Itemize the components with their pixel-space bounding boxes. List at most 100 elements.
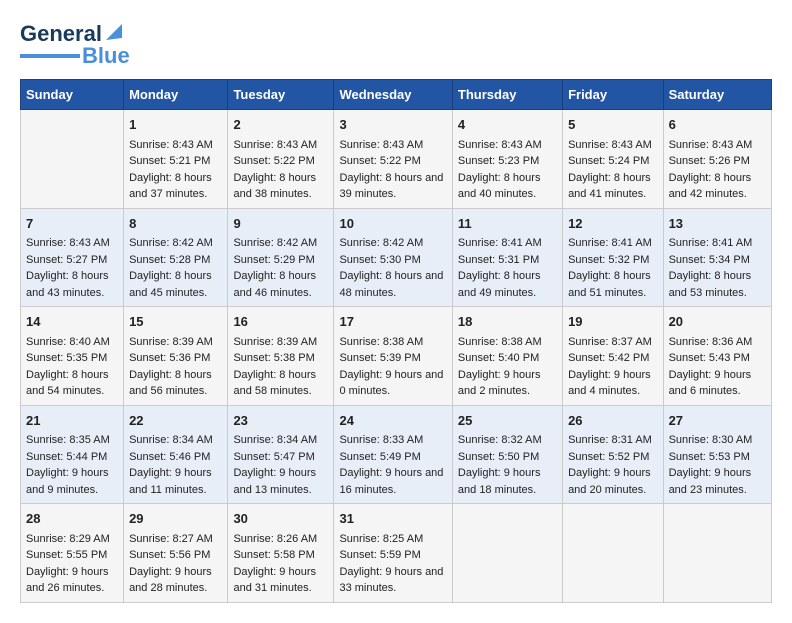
day-number: 3 bbox=[339, 115, 446, 135]
sunset-text: Sunset: 5:52 PM bbox=[568, 449, 658, 466]
day-number: 25 bbox=[458, 411, 557, 431]
sunrise-text: Sunrise: 8:38 AM bbox=[458, 334, 557, 351]
sunrise-text: Sunrise: 8:40 AM bbox=[26, 334, 118, 351]
sunrise-text: Sunrise: 8:36 AM bbox=[669, 334, 766, 351]
daylight-text: Daylight: 9 hours and 6 minutes. bbox=[669, 367, 766, 400]
logo-blue: Blue bbox=[82, 43, 130, 69]
sunset-text: Sunset: 5:32 PM bbox=[568, 252, 658, 269]
sunrise-text: Sunrise: 8:39 AM bbox=[233, 334, 328, 351]
daylight-text: Daylight: 9 hours and 20 minutes. bbox=[568, 465, 658, 498]
daylight-text: Daylight: 8 hours and 58 minutes. bbox=[233, 367, 328, 400]
calendar-cell: 3Sunrise: 8:43 AMSunset: 5:22 PMDaylight… bbox=[334, 110, 452, 209]
sunrise-text: Sunrise: 8:43 AM bbox=[129, 137, 222, 154]
daylight-text: Daylight: 8 hours and 39 minutes. bbox=[339, 170, 446, 203]
sunset-text: Sunset: 5:40 PM bbox=[458, 350, 557, 367]
header-tuesday: Tuesday bbox=[228, 80, 334, 110]
calendar-cell: 12Sunrise: 8:41 AMSunset: 5:32 PMDayligh… bbox=[563, 208, 664, 307]
calendar-cell: 17Sunrise: 8:38 AMSunset: 5:39 PMDayligh… bbox=[334, 307, 452, 406]
sunset-text: Sunset: 5:49 PM bbox=[339, 449, 446, 466]
sunrise-text: Sunrise: 8:34 AM bbox=[233, 432, 328, 449]
calendar-cell: 7Sunrise: 8:43 AMSunset: 5:27 PMDaylight… bbox=[21, 208, 124, 307]
day-number: 6 bbox=[669, 115, 766, 135]
sunrise-text: Sunrise: 8:33 AM bbox=[339, 432, 446, 449]
daylight-text: Daylight: 9 hours and 28 minutes. bbox=[129, 564, 222, 597]
sunset-text: Sunset: 5:38 PM bbox=[233, 350, 328, 367]
sunset-text: Sunset: 5:55 PM bbox=[26, 547, 118, 564]
week-row-1: 1Sunrise: 8:43 AMSunset: 5:21 PMDaylight… bbox=[21, 110, 772, 209]
sunrise-text: Sunrise: 8:32 AM bbox=[458, 432, 557, 449]
calendar-cell: 29Sunrise: 8:27 AMSunset: 5:56 PMDayligh… bbox=[124, 504, 228, 603]
calendar-cell: 20Sunrise: 8:36 AMSunset: 5:43 PMDayligh… bbox=[663, 307, 771, 406]
sunset-text: Sunset: 5:42 PM bbox=[568, 350, 658, 367]
day-number: 1 bbox=[129, 115, 222, 135]
sunset-text: Sunset: 5:22 PM bbox=[233, 153, 328, 170]
day-number: 12 bbox=[568, 214, 658, 234]
calendar-cell: 31Sunrise: 8:25 AMSunset: 5:59 PMDayligh… bbox=[334, 504, 452, 603]
calendar-cell: 2 Sunrise: 8:43 AMSunset: 5:22 PMDaylight… bbox=[228, 110, 334, 209]
calendar-cell: 30Sunrise: 8:26 AMSunset: 5:58 PMDayligh… bbox=[228, 504, 334, 603]
daylight-text: Daylight: 9 hours and 2 minutes. bbox=[458, 367, 557, 400]
calendar-cell: 18Sunrise: 8:38 AMSunset: 5:40 PMDayligh… bbox=[452, 307, 562, 406]
daylight-text: Daylight: 8 hours and 48 minutes. bbox=[339, 268, 446, 301]
day-number: 26 bbox=[568, 411, 658, 431]
header-friday: Friday bbox=[563, 80, 664, 110]
daylight-text: Daylight: 8 hours and 49 minutes. bbox=[458, 268, 557, 301]
sunset-text: Sunset: 5:46 PM bbox=[129, 449, 222, 466]
sunset-text: Sunset: 5:50 PM bbox=[458, 449, 557, 466]
day-number: 21 bbox=[26, 411, 118, 431]
calendar-cell bbox=[452, 504, 562, 603]
calendar-cell: 16Sunrise: 8:39 AMSunset: 5:38 PMDayligh… bbox=[228, 307, 334, 406]
logo: General Blue bbox=[20, 20, 130, 69]
daylight-text: Daylight: 8 hours and 40 minutes. bbox=[458, 170, 557, 203]
calendar-cell: 9Sunrise: 8:42 AMSunset: 5:29 PMDaylight… bbox=[228, 208, 334, 307]
sunrise-text: Sunrise: 8:43 AM bbox=[339, 137, 446, 154]
daylight-text: Daylight: 8 hours and 45 minutes. bbox=[129, 268, 222, 301]
daylight-text: Daylight: 8 hours and 54 minutes. bbox=[26, 367, 118, 400]
daylight-text: Daylight: 9 hours and 13 minutes. bbox=[233, 465, 328, 498]
daylight-text: Daylight: 8 hours and 53 minutes. bbox=[669, 268, 766, 301]
daylight-text: Daylight: 8 hours and 38 minutes. bbox=[233, 170, 328, 203]
day-number: 24 bbox=[339, 411, 446, 431]
sunrise-text: Sunrise: 8:26 AM bbox=[233, 531, 328, 548]
daylight-text: Daylight: 9 hours and 16 minutes. bbox=[339, 465, 446, 498]
sunset-text: Sunset: 5:35 PM bbox=[26, 350, 118, 367]
header-wednesday: Wednesday bbox=[334, 80, 452, 110]
sunset-text: Sunset: 5:47 PM bbox=[233, 449, 328, 466]
logo-arrow-icon bbox=[104, 20, 126, 42]
calendar-cell: 1Sunrise: 8:43 AMSunset: 5:21 PMDaylight… bbox=[124, 110, 228, 209]
daylight-text: Daylight: 9 hours and 9 minutes. bbox=[26, 465, 118, 498]
day-number: 19 bbox=[568, 312, 658, 332]
calendar-cell: 28Sunrise: 8:29 AMSunset: 5:55 PMDayligh… bbox=[21, 504, 124, 603]
calendar-cell: 6Sunrise: 8:43 AMSunset: 5:26 PMDaylight… bbox=[663, 110, 771, 209]
logo-area: General Blue bbox=[20, 20, 130, 69]
sunset-text: Sunset: 5:34 PM bbox=[669, 252, 766, 269]
sunrise-text: Sunrise: 8:25 AM bbox=[339, 531, 446, 548]
sunrise-text: Sunrise: 8:38 AM bbox=[339, 334, 446, 351]
day-number: 5 bbox=[568, 115, 658, 135]
sunset-text: Sunset: 5:58 PM bbox=[233, 547, 328, 564]
calendar-cell: 22Sunrise: 8:34 AMSunset: 5:46 PMDayligh… bbox=[124, 405, 228, 504]
sunrise-text: Sunrise: 8:31 AM bbox=[568, 432, 658, 449]
calendar-cell: 21Sunrise: 8:35 AMSunset: 5:44 PMDayligh… bbox=[21, 405, 124, 504]
day-number: 20 bbox=[669, 312, 766, 332]
sunset-text: Sunset: 5:29 PM bbox=[233, 252, 328, 269]
sunrise-text: Sunrise: 8:43 AM bbox=[568, 137, 658, 154]
sunset-text: Sunset: 5:36 PM bbox=[129, 350, 222, 367]
day-number: 22 bbox=[129, 411, 222, 431]
day-number: 2 bbox=[233, 115, 328, 135]
daylight-text: Daylight: 8 hours and 43 minutes. bbox=[26, 268, 118, 301]
sunrise-text: Sunrise: 8:30 AM bbox=[669, 432, 766, 449]
day-number: 17 bbox=[339, 312, 446, 332]
daylight-text: Daylight: 8 hours and 37 minutes. bbox=[129, 170, 222, 203]
sunrise-text: Sunrise: 8:41 AM bbox=[458, 235, 557, 252]
sunrise-text: Sunrise: 8:42 AM bbox=[129, 235, 222, 252]
calendar-cell: 19Sunrise: 8:37 AMSunset: 5:42 PMDayligh… bbox=[563, 307, 664, 406]
daylight-text: Daylight: 9 hours and 26 minutes. bbox=[26, 564, 118, 597]
day-number: 29 bbox=[129, 509, 222, 529]
daylight-text: Daylight: 8 hours and 46 minutes. bbox=[233, 268, 328, 301]
sunrise-text: Sunrise: 8:43 AM bbox=[233, 137, 328, 154]
calendar-cell: 15Sunrise: 8:39 AMSunset: 5:36 PMDayligh… bbox=[124, 307, 228, 406]
sunset-text: Sunset: 5:39 PM bbox=[339, 350, 446, 367]
day-number: 14 bbox=[26, 312, 118, 332]
day-number: 27 bbox=[669, 411, 766, 431]
